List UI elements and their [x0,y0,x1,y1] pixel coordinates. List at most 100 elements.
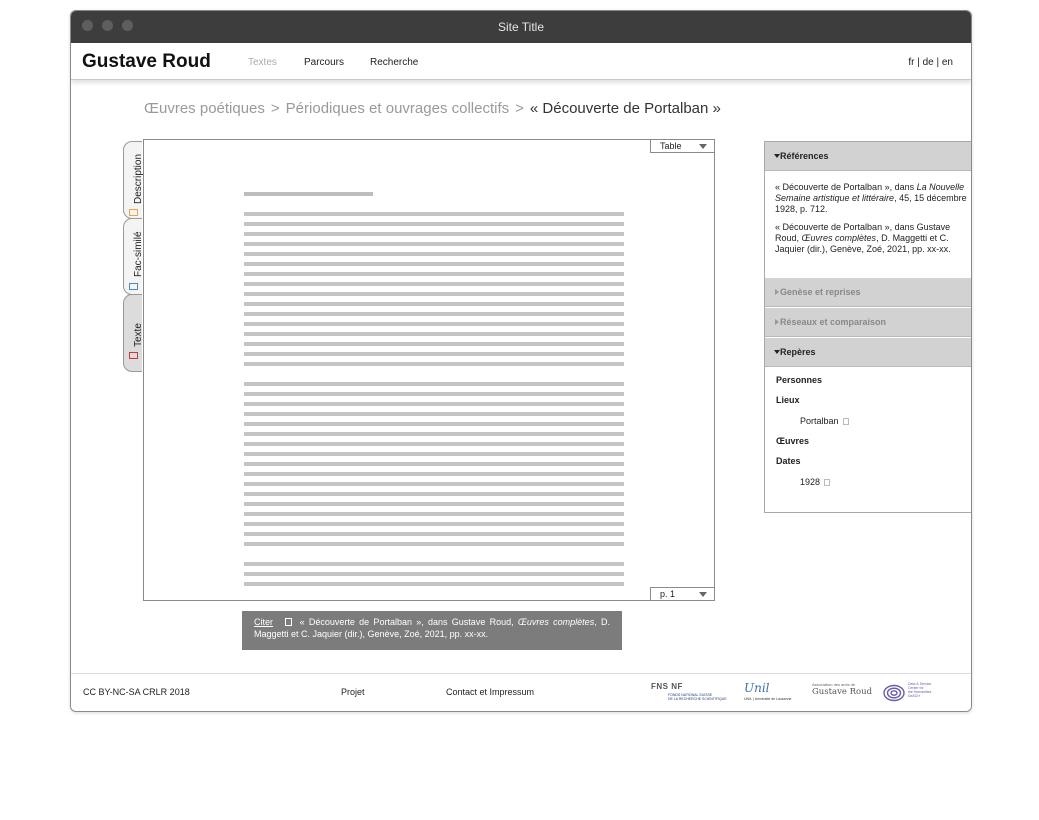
footer-projet-link[interactable]: Projet [341,687,365,697]
text-line-placeholder [244,212,624,216]
section-reseaux-header[interactable]: Réseaux et comparaison [765,308,971,337]
nav-parcours[interactable]: Parcours [304,57,344,68]
tab-texte[interactable]: Texte [123,294,144,372]
browser-window: Site Title Gustave Roud Textes Parcours … [70,10,972,712]
text-line-placeholder [244,532,624,536]
language-switcher: fr | de | en [908,57,953,68]
text-line-placeholder [244,562,624,566]
triangle-down-icon [774,154,780,158]
section-reperes-header[interactable]: Repères [765,338,971,367]
text-line-placeholder [244,232,624,236]
page-select-value: p. 1 [660,589,676,599]
citation-text-pre: « Découverte de Portalban », dans Gustav… [299,617,518,627]
site-footer: CC BY-NC-SA CRLR 2018 Projet Contact et … [71,673,971,711]
table-select[interactable]: Table [650,140,714,153]
lang-en[interactable]: en [942,57,953,68]
lang-separator: | [914,57,923,68]
gustave-roud-logo-name: Gustave Roud [812,687,873,697]
text-line-placeholder [244,252,624,256]
unil-logo-text: UNIL | Université de Lausanne [744,697,792,701]
text-line-placeholder [244,362,624,366]
info-icon [824,479,831,486]
tab-facsimile[interactable]: Fac-similé [123,218,144,295]
text-line-placeholder [244,262,624,266]
breadcrumb-oeuvres-poetiques[interactable]: Œuvres poétiques [144,100,265,117]
nav-textes[interactable]: Textes [248,57,277,68]
chevron-down-icon [699,592,707,597]
text-line-placeholder [244,462,624,466]
section-genese-title: Genèse et reprises [780,287,861,297]
view-tabs: Description Fac-similé Texte [123,141,144,372]
text-line-placeholder [244,312,624,316]
window-title: Site Title [497,20,545,34]
triangle-right-icon [775,289,779,295]
nav-recherche[interactable]: Recherche [370,57,418,68]
reference-oeuvres: « Découverte de Portalban », dans Gustav… [775,222,967,255]
section-reseaux-title: Réseaux et comparaison [780,317,887,327]
text-line-placeholder [244,472,624,476]
lang-separator: | [933,57,942,68]
site-brand[interactable]: Gustave Roud [82,51,211,73]
triangle-down-icon [774,350,780,354]
text-line-placeholder [244,332,624,336]
text-line-placeholder [244,342,624,346]
citation-work-title: Œuvres complètes [517,617,595,627]
text-line-placeholder [244,422,624,426]
reference-work-title: Œuvres complètes [801,233,877,243]
page-select[interactable]: p. 1 [650,587,714,600]
breadcrumb-current: « Découverte de Portalban » [529,100,721,117]
text-line-placeholder [244,512,624,516]
text-line-placeholder [244,432,624,436]
text-line-placeholder [244,282,624,286]
footer-contact-link[interactable]: Contact et Impressum [446,687,534,697]
reperes-dates-item[interactable]: 1928 [800,477,831,487]
text-line-placeholder [244,542,624,546]
breadcrumb: Œuvres poétiques > Périodiques et ouvrages… [144,100,721,117]
reference-panel: Références « Découverte de Portalban », … [764,141,971,513]
fns-logo-text: FONDS NATIONAL SUISSE DE LA RECHERCHE SCI… [668,693,727,701]
reference-text: « Découverte de Portalban », dans [775,182,917,192]
copy-icon[interactable] [285,618,293,626]
gustave-roud-logo[interactable]: Association des amis de Gustave Roud [812,682,872,704]
breadcrumb-periodiques[interactable]: Périodiques et ouvrages collectifs [286,100,509,117]
citation-box: Citer « Découverte de Portalban », dans … [242,611,622,650]
text-line-placeholder [244,272,624,276]
reperes-lieux-item-label: Portalban [800,416,839,426]
section-references-header[interactable]: Références [765,142,971,171]
breadcrumb-separator: > [270,100,280,117]
chevron-down-icon [699,144,707,149]
text-line-placeholder [244,582,624,586]
fns-logo-mark: FNS NF [651,682,683,691]
envelope-icon [129,352,138,359]
text-line-placeholder [244,482,624,486]
text-line-placeholder [244,442,624,446]
dasch-spiral-icon [883,684,905,702]
unil-logo[interactable]: Unil UNIL | Université de Lausanne [744,682,800,704]
reperes-lieux-item[interactable]: Portalban [800,416,849,426]
site-header: Gustave Roud Textes Parcours Recherche f… [71,43,971,80]
text-title-placeholder [244,192,373,196]
text-line-placeholder [244,392,624,396]
text-line-placeholder [244,402,624,406]
triangle-right-icon [775,319,779,325]
reperes-personnes: Personnes [776,375,823,385]
fns-logo[interactable]: FNS NF FONDS NATIONAL SUISSE DE LA RECHER… [651,682,731,704]
section-genese-header[interactable]: Genèse et reprises [765,278,971,307]
reference-periodical: « Découverte de Portalban », dans La Nou… [775,182,967,215]
text-line-placeholder [244,492,624,496]
table-select-value: Table [660,141,682,151]
fns-logo-line: DE LA RECHERCHE SCIENTIFIQUE [668,697,727,701]
tab-description[interactable]: Description [123,141,144,219]
reperes-dates: Dates [776,456,801,466]
dasch-logo[interactable]: Data & Service Center for the Humanities… [883,682,943,704]
envelope-icon [129,283,138,290]
reperes-dates-item-label: 1928 [800,477,821,487]
text-line-placeholder [244,502,624,506]
cite-link[interactable]: Citer [254,617,273,627]
text-line-placeholder [244,572,624,576]
lang-de[interactable]: de [923,57,934,68]
section-reperes-title: Repères [780,347,816,357]
text-line-placeholder [244,412,624,416]
dasch-logo-text: Data & Service Center for the Humanities… [908,682,931,698]
text-viewer[interactable]: Table p. 1 [143,139,715,601]
